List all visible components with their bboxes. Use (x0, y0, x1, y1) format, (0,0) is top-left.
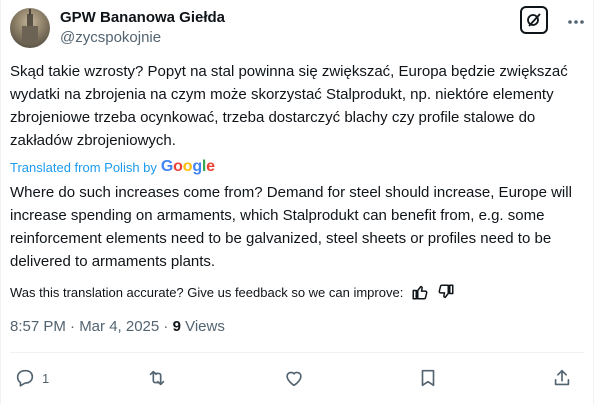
right-border (593, 0, 594, 404)
like-icon (286, 371, 302, 387)
translation-attribution: Translated from Polish by Google (10, 158, 215, 176)
translated-post-text: Where do such increases come from? Deman… (10, 184, 572, 270)
feedback-prompt: Was this translation accurate? Give us f… (10, 284, 404, 300)
reply-icon (16, 369, 34, 387)
author-handle[interactable]: @zycspokojnie (60, 28, 225, 48)
more-options-button[interactable] (564, 12, 588, 32)
left-border (0, 0, 1, 404)
reply-count: 1 (42, 370, 50, 386)
share-button[interactable] (551, 364, 573, 392)
bookmark-button[interactable] (417, 364, 439, 392)
retweet-button[interactable] (146, 364, 168, 392)
retweet-icon (149, 370, 165, 386)
grok-icon (527, 13, 541, 27)
author-names: GPW Bananowa Giełda @zycspokojnie (60, 8, 225, 48)
more-icon (568, 20, 584, 24)
action-bar: 1 (0, 364, 598, 392)
original-post-text: Skąd takie wzrosty? Popyt na stal powinn… (10, 63, 568, 149)
bookmark-icon (421, 369, 435, 387)
post-header: GPW Bananowa Giełda @zycspokojnie (10, 4, 588, 48)
thumbs-up-icon[interactable] (411, 283, 429, 301)
views-label: Views (180, 318, 225, 335)
palace-of-culture-image (22, 9, 38, 44)
timestamp[interactable]: 8:57 PM · Mar 4, 2025 · (10, 318, 173, 335)
share-icon (554, 369, 570, 386)
translated-from-link[interactable]: Translated from Polish by (10, 160, 157, 175)
views-count: 9 (172, 318, 181, 335)
like-button[interactable] (283, 364, 305, 392)
translation-feedback: Was this translation accurate? Give us f… (10, 283, 455, 301)
google-logo: Google (160, 158, 215, 175)
author-display-name[interactable]: GPW Bananowa Giełda (60, 8, 225, 28)
reply-button[interactable]: 1 (14, 364, 49, 392)
avatar[interactable] (10, 8, 50, 48)
grok-button[interactable] (520, 6, 548, 34)
thumbs-down-icon[interactable] (437, 283, 455, 301)
post-meta: 8:57 PM · Mar 4, 2025 · 9 Views (10, 318, 225, 335)
divider (10, 352, 584, 353)
